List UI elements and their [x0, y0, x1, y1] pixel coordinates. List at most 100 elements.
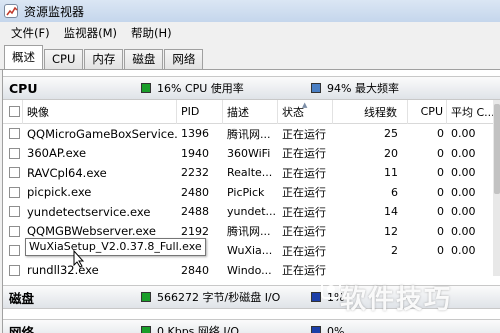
row-checkbox[interactable] — [9, 206, 20, 218]
network-active-color-swatch — [311, 326, 321, 333]
process-desc: Windo... — [227, 263, 272, 277]
process-status: 正在运行 — [282, 225, 326, 239]
cpu-freq-stat: 94% 最大频率 — [311, 80, 399, 96]
process-cpu: 0 — [437, 244, 444, 258]
process-avg-cpu: 0.00 — [451, 205, 476, 219]
row-checkbox-cell — [3, 183, 23, 203]
process-threads: 20 — [384, 146, 398, 160]
tab-cpu[interactable]: CPU — [44, 49, 84, 69]
vertical-scrollbar[interactable] — [493, 100, 500, 276]
process-avg-cpu: 0.00 — [451, 166, 476, 180]
process-cpu: 0 — [437, 224, 444, 238]
table-row[interactable]: QQMicroGameBoxService.e... 1396 腾讯网... 正… — [3, 124, 493, 144]
process-status: 正在运行 — [282, 244, 326, 258]
process-cpu: 0 — [437, 146, 444, 160]
network-io-color-swatch — [141, 326, 151, 333]
row-checkbox-cell — [3, 202, 23, 222]
cpu-freq-color-swatch — [311, 83, 321, 93]
menu-bar: 文件(F) 监视器(M) 帮助(H) — [0, 22, 500, 44]
menu-monitor[interactable]: 监视器(M) — [57, 25, 124, 41]
process-name: yundetectservice.exe — [27, 204, 151, 219]
process-threads: 25 — [384, 127, 398, 141]
row-checkbox[interactable] — [9, 167, 20, 179]
process-desc: PicPick — [227, 185, 265, 199]
row-checkbox[interactable] — [9, 147, 20, 159]
process-threads: 2 — [391, 244, 398, 258]
tab-memory[interactable]: 内存 — [84, 49, 124, 69]
watermark-logo-icon — [321, 279, 341, 299]
process-avg-cpu: 0.00 — [451, 224, 476, 238]
window-title: 资源监视器 — [24, 4, 85, 19]
mouse-cursor-icon — [73, 250, 85, 268]
process-threads: 11 — [384, 166, 398, 180]
process-table-header: 映像 PID 描述 状态 ▲ 线程数 CPU 平均 C... — [3, 99, 493, 124]
row-checkbox[interactable] — [9, 186, 20, 198]
row-checkbox[interactable] — [9, 264, 20, 276]
col-avg-cpu[interactable]: 平均 C... — [447, 100, 493, 124]
disk-io-stat: 566272 字节/秒磁盘 I/O — [141, 289, 311, 305]
process-status: 正在运行 — [282, 127, 326, 141]
process-cpu: 0 — [437, 127, 444, 141]
table-row[interactable]: RAVCpl64.exe 2232 Realte... 正在运行 11 0 0.… — [3, 163, 493, 183]
table-row[interactable]: 360AP.exe 1940 360WiFi 正在运行 20 0 0.00 — [3, 144, 493, 164]
table-row[interactable]: picpick.exe 2480 PicPick 正在运行 6 0 0.00 — [3, 183, 493, 203]
row-checkbox-cell — [3, 163, 23, 183]
col-description[interactable]: 描述 — [223, 99, 278, 124]
process-status: 正在运行 — [282, 186, 326, 200]
process-status: 正在运行 — [282, 166, 326, 180]
process-threads: 6 — [391, 185, 398, 199]
process-desc: WuXia... — [227, 244, 273, 258]
process-avg-cpu — [447, 261, 493, 281]
col-image[interactable]: 映像 — [23, 99, 177, 124]
process-pid: 2480 — [181, 185, 209, 199]
network-section-header[interactable]: 网络 0 Kbps 网络 I/O 0% — [3, 319, 500, 333]
row-checkbox[interactable] — [9, 128, 20, 140]
resource-monitor-window: 资源监视器 文件(F) 监视器(M) 帮助(H) 概述 CPU 内存 磁盘 网络… — [0, 0, 500, 333]
row-checkbox[interactable] — [9, 225, 20, 237]
row-checkbox-cell — [3, 241, 23, 261]
cpu-section-title: CPU — [9, 80, 38, 96]
process-avg-cpu: 0.00 — [451, 146, 476, 160]
process-name: picpick.exe — [27, 185, 92, 200]
row-checkbox[interactable] — [9, 245, 20, 257]
menu-help[interactable]: 帮助(H) — [124, 25, 179, 41]
process-avg-cpu: 0.00 — [451, 185, 476, 199]
tab-network[interactable]: 网络 — [164, 49, 204, 69]
process-avg-cpu: 0.00 — [451, 127, 476, 141]
process-pid: 1396 — [181, 127, 209, 141]
col-threads[interactable]: 线程数 — [333, 99, 408, 124]
table-row[interactable]: yundetectservice.exe 2488 yundet... 正在运行… — [3, 202, 493, 222]
network-active-label: 0% — [327, 324, 345, 333]
process-threads: 14 — [384, 205, 398, 219]
process-pid: 2488 — [181, 205, 209, 219]
watermark-text: 软件技巧 — [340, 285, 453, 315]
scrollbar-thumb[interactable] — [494, 104, 500, 194]
disk-section-title: 磁盘 — [9, 290, 35, 306]
process-name: rundll32.exe — [27, 263, 99, 278]
col-status-label: 状态 — [282, 105, 304, 119]
process-name: 360AP.exe — [27, 146, 87, 161]
process-desc: 360WiFi — [227, 146, 271, 160]
process-pid: 2232 — [181, 166, 209, 180]
cpu-freq-label: 94% 最大频率 — [327, 82, 399, 95]
menu-file[interactable]: 文件(F) — [4, 25, 57, 41]
cpu-section-header[interactable]: CPU 16% CPU 使用率 94% 最大频率 — [3, 76, 500, 100]
col-status[interactable]: 状态 ▲ — [278, 99, 333, 124]
tab-strip: 概述 CPU 内存 磁盘 网络 — [0, 44, 500, 70]
select-all-checkbox-cell — [3, 99, 23, 124]
tab-disk[interactable]: 磁盘 — [124, 49, 164, 69]
sort-ascending-icon: ▲ — [302, 100, 308, 109]
cpu-usage-color-swatch — [141, 83, 151, 93]
process-status: 正在运行 — [282, 205, 326, 219]
process-status: 正在运行 — [282, 147, 326, 161]
tab-overview[interactable]: 概述 — [4, 45, 43, 69]
process-avg-cpu: 0.00 — [451, 244, 476, 258]
col-pid[interactable]: PID — [177, 99, 223, 124]
col-cpu[interactable]: CPU — [408, 99, 447, 124]
network-active-stat: 0% — [311, 325, 344, 333]
row-checkbox-cell — [3, 222, 23, 242]
select-all-checkbox[interactable] — [9, 106, 20, 117]
title-bar: 资源监视器 — [0, 0, 500, 22]
process-name: RAVCpl64.exe — [27, 165, 107, 180]
process-name: QQMicroGameBoxService.e... — [27, 126, 177, 141]
